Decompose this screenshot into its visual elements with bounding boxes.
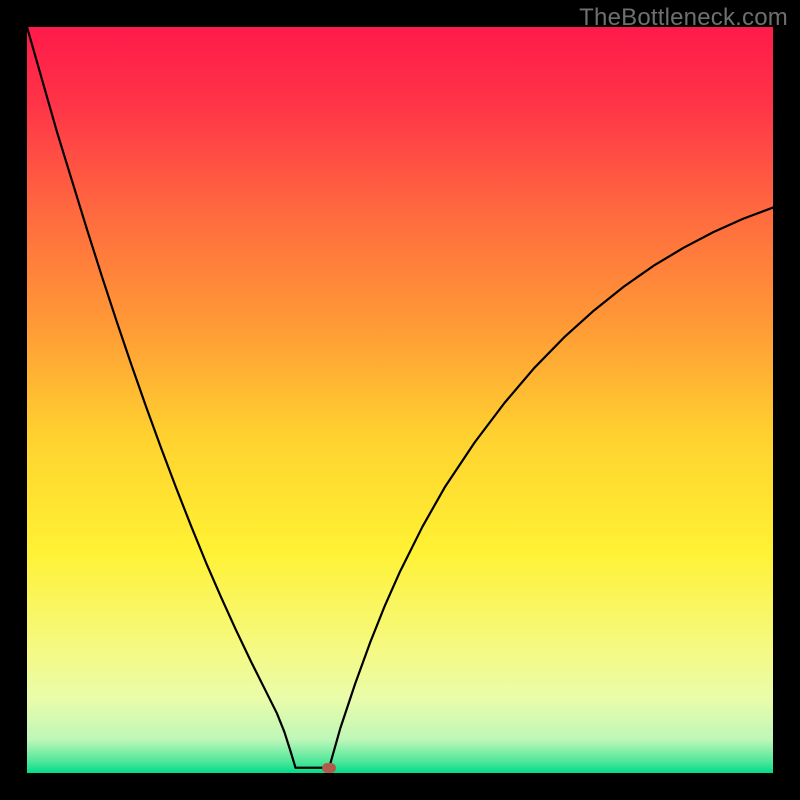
frame: TheBottleneck.com <box>0 0 800 800</box>
optimum-marker <box>322 763 336 773</box>
gradient-background <box>27 27 773 773</box>
plot-area <box>27 27 773 773</box>
